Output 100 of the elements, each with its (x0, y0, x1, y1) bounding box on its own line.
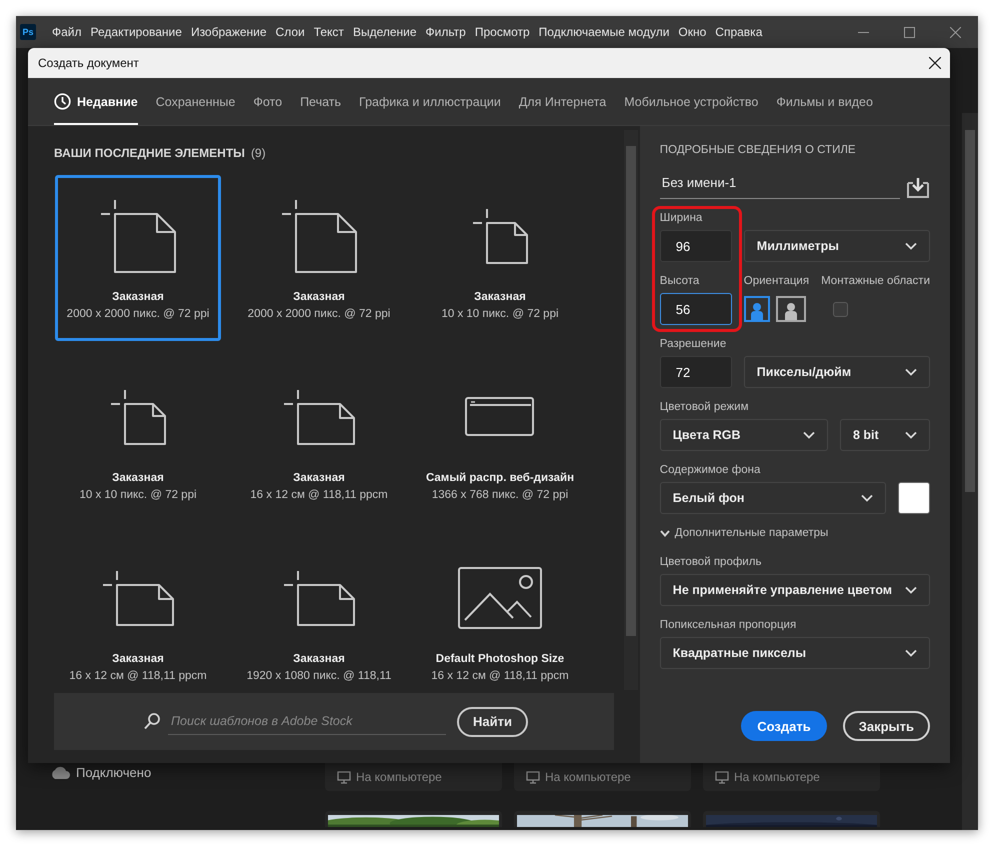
person-icon (750, 302, 764, 320)
color-profile-dropdown[interactable]: Не применяйте управление цветом (660, 574, 930, 606)
document-icon (283, 570, 355, 626)
chevron-icon (861, 494, 873, 502)
pixel-aspect-dropdown[interactable]: Квадратные пикселы (660, 637, 930, 669)
resolution-units-dropdown[interactable]: Пикселы/дюйм (744, 356, 930, 388)
location-label: На компьютере (356, 770, 442, 784)
menu-item[interactable]: Фильтр (426, 25, 466, 39)
maximize-icon[interactable] (904, 26, 914, 38)
chevron-icon (905, 586, 917, 594)
preset-size: 10 x 10 пикс. @ 72 ppi (79, 488, 197, 503)
chevron-icon (905, 368, 917, 376)
menu-item[interactable]: Выделение (352, 25, 417, 39)
advanced-options-toggle[interactable]: Дополнительные параметры (660, 527, 828, 539)
landscape-button[interactable] (776, 296, 806, 322)
menu-item[interactable]: Окно (678, 25, 706, 39)
chevron-icon (803, 431, 815, 439)
height-field[interactable]: 56 (660, 293, 732, 325)
preset-title: Заказная (474, 290, 526, 305)
color-swatch[interactable] (898, 482, 930, 514)
preset-title: Заказная (293, 290, 345, 305)
category-tab[interactable]: Сохраненные (156, 78, 236, 125)
menu-item[interactable]: Текст (314, 25, 344, 39)
preset-title: Заказная (293, 652, 345, 667)
category-tab[interactable]: Фильмы и видео (776, 78, 873, 125)
chevron-icon (905, 242, 917, 250)
scrollbar[interactable] (624, 130, 638, 690)
preset-title: Заказная (293, 470, 345, 486)
menu-item[interactable]: Справка (715, 25, 762, 39)
background-dropdown[interactable]: Белый фон (660, 482, 886, 514)
preset-card[interactable]: Заказная 2000 x 2000 пикс. @ 72 ppi (55, 174, 221, 341)
preset-size: 1920 x 1080 пикс. @ 118,11 (246, 668, 392, 684)
field-label: Разрешение (660, 337, 728, 351)
find-button[interactable]: Найти (457, 706, 528, 737)
item-count: (9) (250, 146, 266, 162)
document-name-field[interactable]: Без имени-1 (660, 169, 900, 199)
preset-card[interactable]: Заказная 2000 x 2000 пикс. @ 72 ppi (236, 174, 402, 341)
field-label: Попиксельная пропорция (660, 618, 798, 632)
width-field[interactable]: 96 (660, 230, 732, 262)
field-label: Ширина (660, 211, 704, 225)
menu-item[interactable]: Слои (276, 25, 305, 39)
file-card[interactable]: На компьютере (703, 763, 880, 791)
location-label: На компьютере (545, 770, 631, 784)
menu-item[interactable]: Подключаемые модули (538, 25, 670, 39)
preset-card[interactable]: Заказная 16 x 12 см @ 118,11 ppcm (55, 536, 221, 688)
clock-icon (54, 93, 71, 110)
menu-item[interactable]: Просмотр (474, 25, 530, 39)
preset-size: 2000 x 2000 пикс. @ 72 ppi (248, 306, 390, 322)
category-tab[interactable]: Фото (253, 78, 282, 125)
bit-depth-dropdown[interactable]: 8 bit (840, 419, 930, 451)
preset-title: Заказная (112, 290, 164, 305)
image-icon (458, 566, 542, 629)
units-dropdown[interactable]: Миллиметры (744, 230, 930, 262)
category-tab[interactable]: Печать (300, 78, 342, 125)
preset-card[interactable]: Заказная 10 x 10 пикс. @ 72 ppi (55, 356, 221, 522)
monitor-icon (526, 770, 540, 784)
preset-title: Заказная (112, 470, 164, 486)
color-mode-dropdown[interactable]: Цвета RGB (660, 419, 828, 451)
preset-size: 2000 x 2000 пикс. @ 72 ppi (66, 306, 210, 322)
document-icon (100, 198, 176, 273)
document-icon (283, 388, 355, 445)
location-label: На компьютере (734, 770, 820, 784)
document-icon (281, 198, 357, 273)
portrait-button[interactable] (744, 296, 770, 322)
field-label: Ориентация (744, 274, 810, 288)
field-label: Монтажные области (821, 274, 930, 288)
menu-item[interactable]: Редактирование (90, 25, 182, 39)
monitor-icon (715, 770, 729, 784)
file-card[interactable]: На компьютере (514, 763, 691, 791)
chevron-icon (905, 431, 917, 439)
chevron-icon (905, 649, 917, 657)
menu-item[interactable]: Файл (52, 25, 82, 39)
chevron-icon (660, 530, 670, 536)
save-preset-icon[interactable] (906, 177, 930, 199)
connection-status: Подключено (76, 765, 152, 780)
artboards-checkbox[interactable] (833, 302, 848, 316)
resolution-field[interactable]: 72 (660, 356, 732, 388)
field-label: Высота (660, 274, 700, 288)
preset-card[interactable]: Заказная 1920 x 1080 пикс. @ 118,11 (236, 536, 402, 688)
scrollbar[interactable] (962, 113, 978, 830)
preset-size: 10 x 10 пикс. @ 72 ppi (441, 306, 559, 322)
preset-card[interactable]: Default Photoshop Size 16 x 12 см @ 118,11 ppcm (417, 536, 583, 688)
field-label: Цветовой профиль (660, 555, 762, 569)
menu-item[interactable]: Изображение (190, 25, 267, 39)
field-label: Содержимое фона (660, 463, 762, 477)
preset-title: Заказная (112, 652, 164, 667)
create-button[interactable]: Создать (741, 711, 827, 741)
file-card[interactable]: На компьютере (325, 763, 502, 791)
category-tab[interactable]: Графика и иллюстрации (359, 78, 501, 125)
search-field[interactable]: Поиск шаблонов в Adobe Stock (168, 708, 446, 736)
close-button[interactable]: Закрыть (842, 711, 930, 741)
category-tab[interactable]: Мобильное устройство (624, 78, 758, 125)
dialog-title: Создать документ (38, 56, 140, 70)
preset-card[interactable]: Заказная 16 x 12 см @ 118,11 ppcm (236, 356, 402, 522)
preset-card[interactable]: Заказная 10 x 10 пикс. @ 72 ppi (417, 174, 583, 341)
category-tab[interactable]: Для Интернета (518, 78, 606, 125)
monitor-icon (337, 770, 351, 784)
preset-title: Default Photoshop Size (436, 652, 564, 667)
preset-card[interactable]: Самый распр. веб-дизайн 1366 x 768 пикс. @ 72 ppi (417, 356, 583, 522)
close-icon[interactable] (929, 57, 941, 69)
